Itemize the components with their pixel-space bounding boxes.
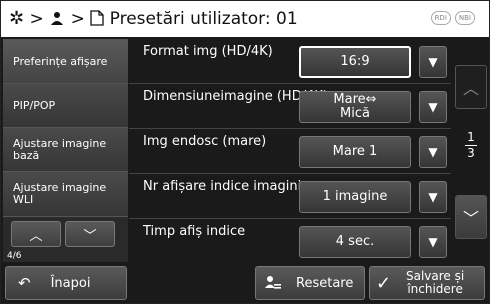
- reset-button[interactable]: Resetare: [255, 266, 365, 300]
- setting-label: Nr afișare indice imagini: [143, 179, 302, 194]
- dropdown-arrow-icon: ▼: [428, 190, 438, 204]
- setting-row-image-format: Format img (HD/4K) 16:9 ▼: [129, 39, 451, 84]
- rdi-badge: RDI: [430, 11, 451, 25]
- save-and-close-button[interactable]: ✓ Salvare și închidere: [369, 266, 485, 300]
- setting-row-index-image-count: Nr afișare indice imagini 1 imagine ▼: [129, 174, 451, 219]
- mode-badges: RDI NBI: [430, 11, 475, 25]
- scroll-page-total: 3: [467, 146, 475, 160]
- index-display-time-dropdown[interactable]: ▼: [419, 226, 447, 258]
- endoscope-image-value[interactable]: Mare 1: [299, 136, 411, 168]
- breadcrumb-separator: >: [29, 9, 44, 29]
- reset-button-label: Resetare: [296, 275, 354, 291]
- chevron-up-icon: ︿: [462, 79, 479, 98]
- sidebar-item-label: PIP/POP: [13, 98, 56, 112]
- scroll-down-button[interactable]: ﹀: [455, 195, 487, 239]
- dropdown-arrow-icon: ▼: [428, 235, 438, 249]
- setting-row-index-display-time: Timp afiș indice 4 sec. ▼: [129, 219, 451, 263]
- sidebar-item-basic-image-adjust[interactable]: Ajustare imagine bază: [3, 127, 128, 171]
- gear-icon[interactable]: ✲: [9, 8, 24, 29]
- endoscope-image-dropdown[interactable]: ▼: [419, 136, 447, 168]
- scroll-controls: ︿ 1 3 ﹀: [455, 65, 487, 239]
- chevron-up-icon: ︿: [29, 228, 43, 244]
- title-bar: ✲ > > Presetări utilizator: 01 RDI NBI: [1, 1, 489, 37]
- setting-label: Timp afiș indice: [143, 224, 246, 239]
- sidebar-item-pip-pop[interactable]: PIP/POP: [3, 83, 128, 127]
- breadcrumb: ✲ > > Presetări utilizator: 01: [9, 8, 298, 29]
- checkmark-icon: ✓: [376, 272, 392, 294]
- dropdown-arrow-icon: ▼: [428, 55, 438, 69]
- user-reset-icon: [264, 275, 282, 291]
- image-format-dropdown[interactable]: ▼: [419, 46, 447, 78]
- nbi-badge: NBI: [454, 11, 475, 25]
- setting-row-image-size: Dimensiuneimagine (HD/4K) Mare⇔ Mică ▼: [129, 84, 451, 129]
- sidebar-page-count: 4/6: [7, 251, 22, 261]
- scroll-page-current: 1: [467, 130, 475, 144]
- back-arrow-icon: ↶: [18, 274, 31, 292]
- index-image-count-value[interactable]: 1 imagine: [299, 181, 411, 213]
- save-and-close-label: Salvare și închidere: [405, 269, 465, 296]
- sidebar-item-display-preferences[interactable]: Preferințe afișare: [3, 39, 128, 83]
- chevron-down-icon: ﹀: [462, 209, 479, 228]
- dropdown-arrow-icon: ▼: [428, 145, 438, 159]
- image-format-value[interactable]: 16:9: [299, 46, 411, 78]
- sidebar-item-label: Ajustare imagine bază: [13, 136, 107, 162]
- sidebar-item-label: Preferințe afișare: [13, 54, 108, 68]
- back-button-label: Înapoi: [50, 275, 91, 291]
- page-title: Presetări utilizator: 01: [109, 9, 298, 29]
- sidebar-item-wli-image-adjust[interactable]: Ajustare imagine WLI: [3, 171, 128, 216]
- bottom-bar: ↶ Înapoi Resetare ✓ Salvare și închidere: [1, 262, 489, 303]
- chevron-down-icon: ﹀: [83, 228, 97, 244]
- scroll-page-indicator: 1 3: [455, 131, 487, 160]
- image-size-dropdown[interactable]: ▼: [419, 91, 447, 123]
- setting-row-endoscope-image: Img endosc (mare) Mare 1 ▼: [129, 129, 451, 174]
- image-size-value[interactable]: Mare⇔ Mică: [299, 91, 411, 123]
- back-button[interactable]: ↶ Înapoi: [5, 266, 127, 300]
- sidebar-page-up-button[interactable]: ︿: [11, 221, 61, 247]
- dropdown-arrow-icon: ▼: [428, 100, 438, 114]
- sidebar-page-down-button[interactable]: ﹀: [65, 221, 115, 247]
- sidebar-pager: ︿ ﹀ 4/6: [3, 216, 128, 265]
- sidebar-item-label: Ajustare imagine WLI: [13, 181, 107, 206]
- index-display-time-value[interactable]: 4 sec.: [299, 226, 411, 258]
- app-window: ✲ > > Presetări utilizator: 01 RDI NBI P…: [0, 0, 490, 304]
- document-icon[interactable]: [90, 10, 104, 26]
- breadcrumb-separator: >: [70, 9, 85, 29]
- user-icon[interactable]: [49, 10, 65, 26]
- index-image-count-dropdown[interactable]: ▼: [419, 181, 447, 213]
- setting-label: Format img (HD/4K): [143, 44, 273, 59]
- sidebar: Preferințe afișare PIP/POP Ajustare imag…: [3, 39, 128, 265]
- scroll-up-button[interactable]: ︿: [455, 65, 487, 109]
- setting-label: Img endosc (mare): [143, 134, 267, 149]
